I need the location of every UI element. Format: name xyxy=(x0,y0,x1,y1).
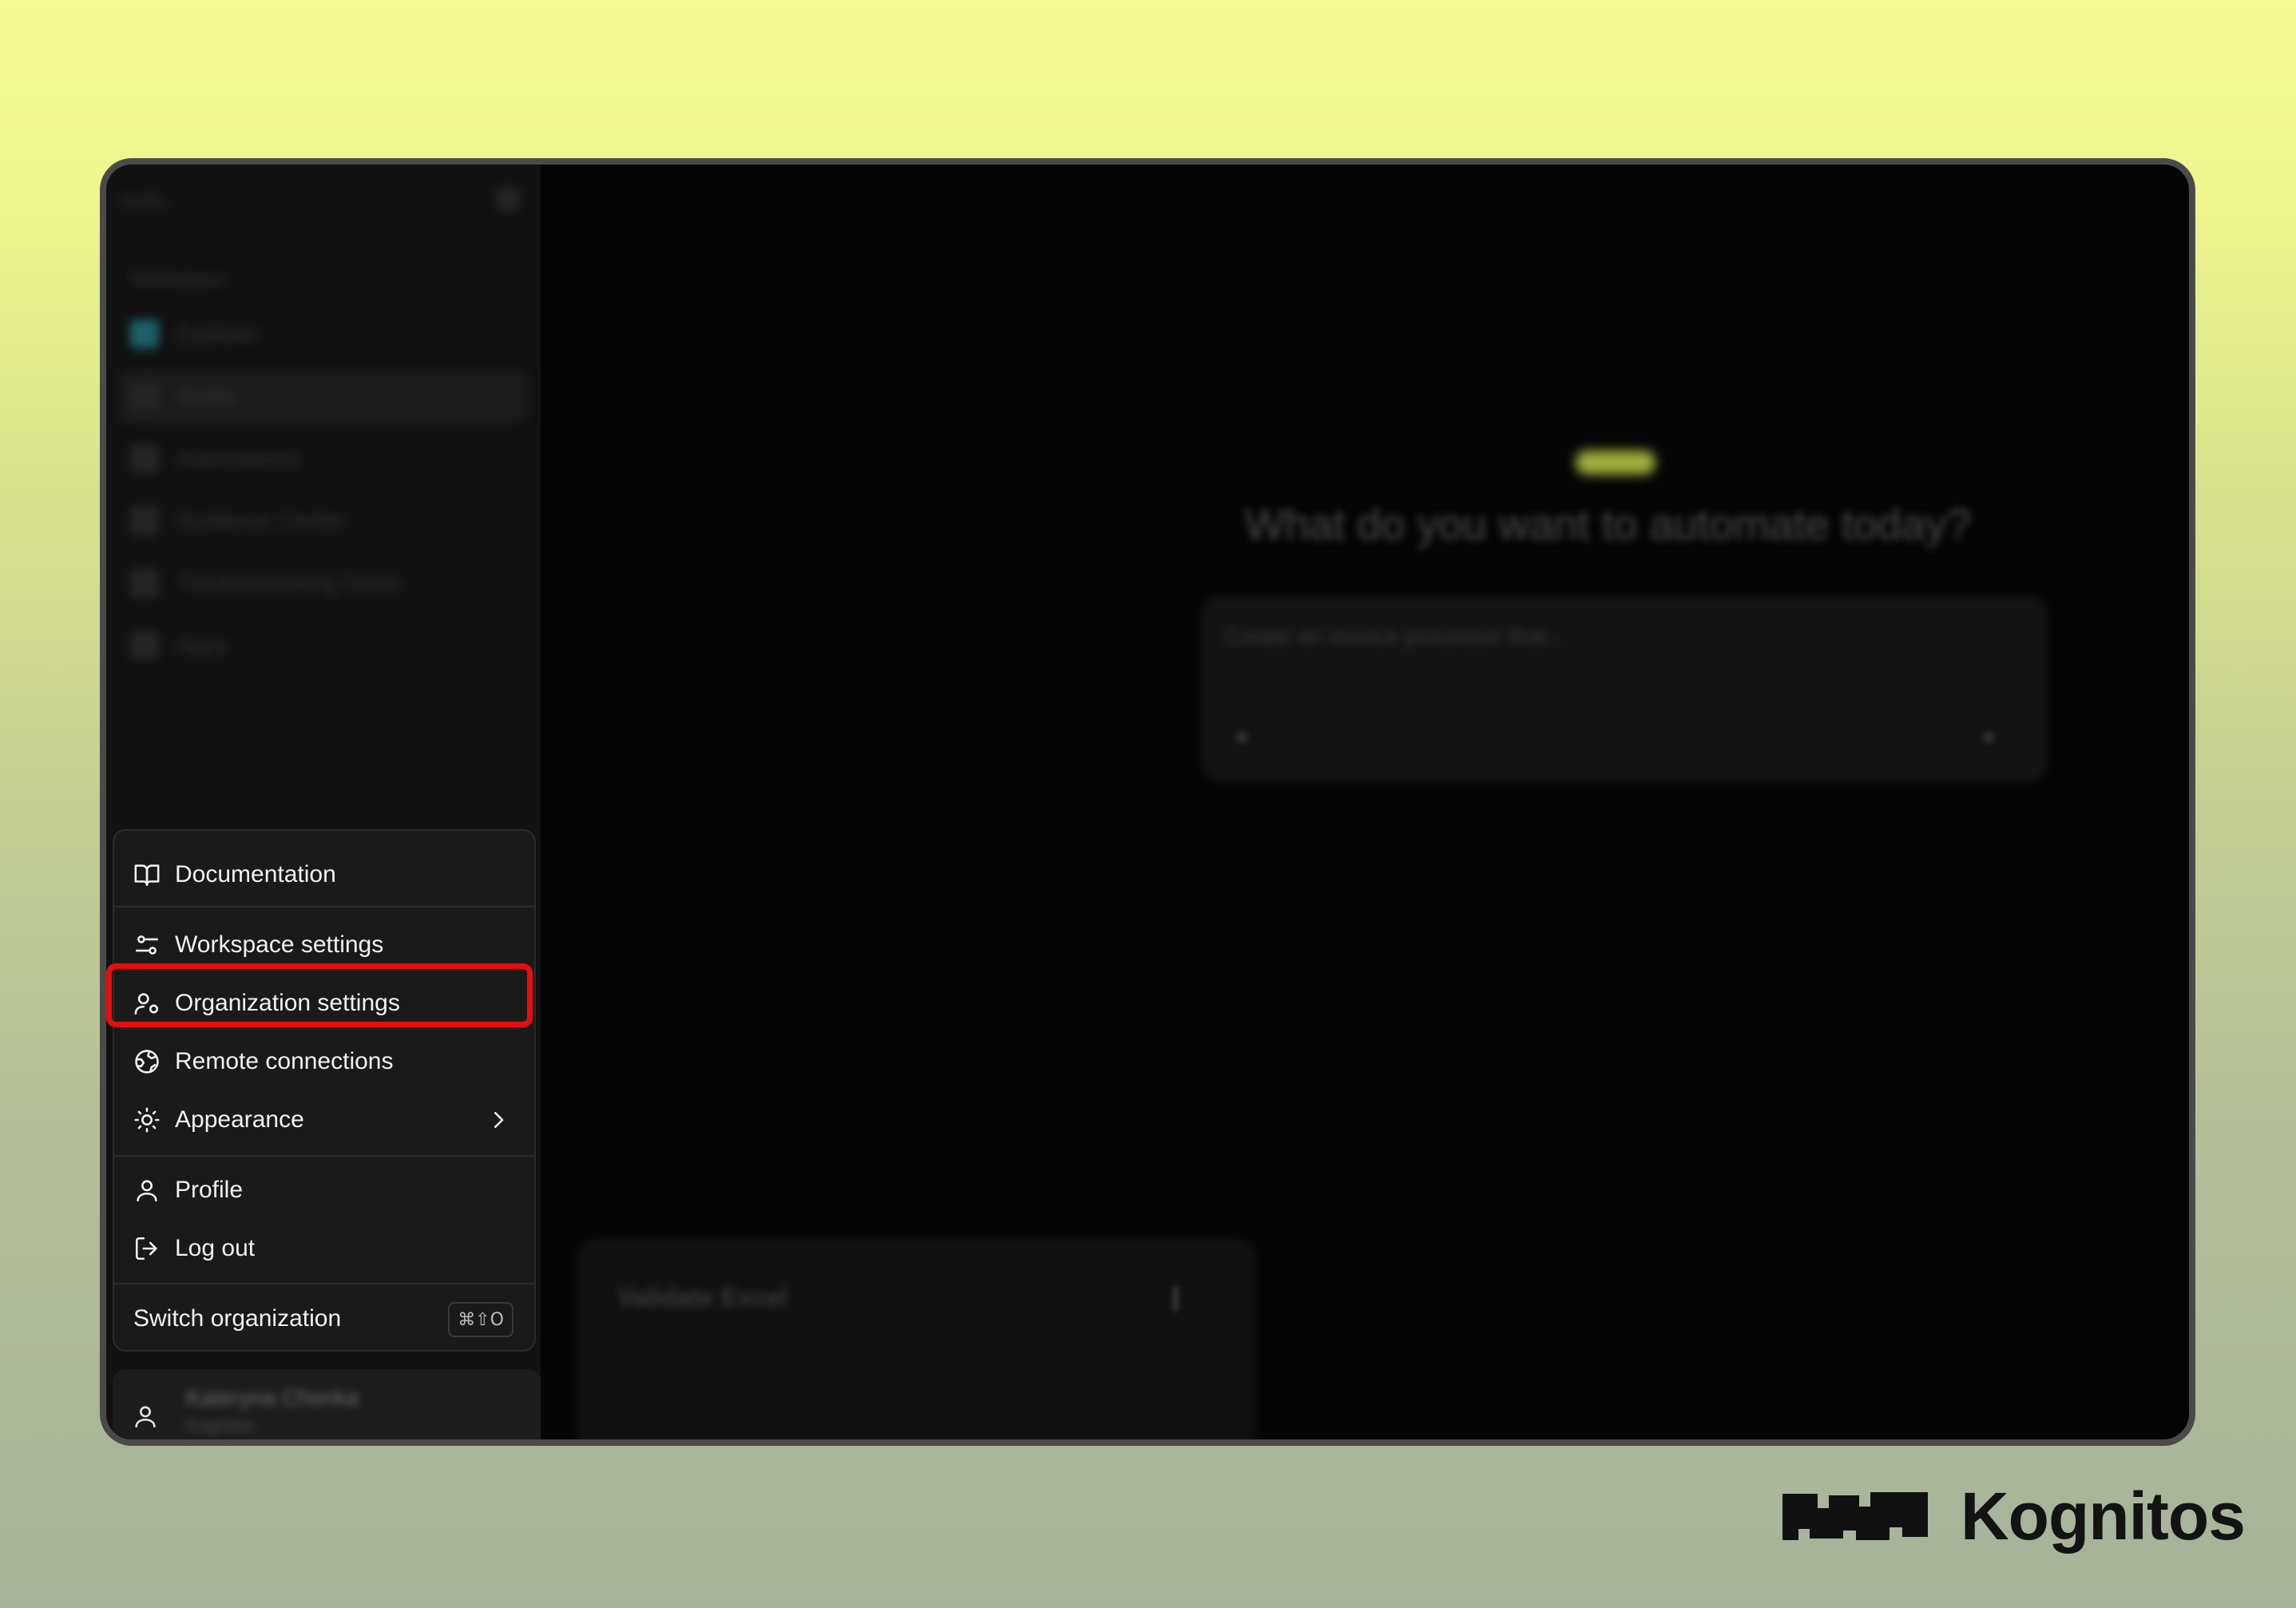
user-icon xyxy=(133,1177,161,1204)
log-out-icon xyxy=(133,1235,161,1262)
account-menu: Documentation Workspace settings Organiz… xyxy=(113,829,536,1352)
menu-item-label: Profile xyxy=(175,1177,244,1203)
menu-item-documentation[interactable]: Documentation xyxy=(114,847,534,903)
sidebar-toggle-icon[interactable] xyxy=(496,187,520,211)
menu-divider xyxy=(114,1283,534,1284)
sidebar-item-label: Troubleshooting Guide xyxy=(176,570,402,595)
highlight-annotation xyxy=(106,963,533,1027)
menu-item-switch-organization[interactable]: Switch organization ⌘⇧O xyxy=(114,1291,534,1347)
sidebar-item-label: Explorer xyxy=(176,321,260,346)
brand-logo-text: Kognitos xyxy=(1961,1479,2246,1554)
user-name: Kateryna Chonka xyxy=(186,1385,359,1410)
draft-card[interactable] xyxy=(577,1239,1256,1439)
explorer-icon xyxy=(130,320,159,348)
menu-item-remote-connections[interactable]: Remote connections xyxy=(114,1034,534,1090)
kognitos-logo-icon xyxy=(1782,1492,1928,1540)
menu-divider xyxy=(114,906,534,907)
menu-item-label: Log out xyxy=(175,1235,256,1261)
sidebar-brand[interactable]: Kello xyxy=(121,189,167,213)
guidance-icon xyxy=(130,506,159,535)
main-heading: What do you want to automate today? xyxy=(1244,501,1971,549)
attach-icon[interactable] xyxy=(1236,732,1247,743)
menu-item-label: Switch organization xyxy=(133,1305,342,1332)
user-icon xyxy=(132,1403,159,1430)
send-icon[interactable] xyxy=(1983,732,1994,743)
menu-item-profile[interactable]: Profile xyxy=(114,1162,534,1218)
menu-item-label: Appearance xyxy=(175,1106,304,1133)
user-org: Kognitos xyxy=(186,1415,255,1435)
apps-icon xyxy=(130,631,159,660)
sidebar-item-automations[interactable]: Automations xyxy=(119,433,528,484)
chevron-right-icon xyxy=(486,1108,510,1132)
kebab-icon[interactable] xyxy=(1172,1287,1179,1311)
app-window: Kello Workspace Explorer Drafts Automati… xyxy=(100,158,2195,1446)
sidebar-item-explorer[interactable]: Explorer xyxy=(119,308,528,359)
sidebar-item-guidance-center[interactable]: Guidance Center xyxy=(119,495,528,546)
book-open-icon xyxy=(133,861,161,888)
pencil-icon xyxy=(130,382,159,411)
sidebar-item-label: Guidance Center xyxy=(176,508,346,533)
menu-item-appearance[interactable]: Appearance xyxy=(114,1092,534,1148)
sidebar-item-troubleshooting[interactable]: Troubleshooting Guide xyxy=(119,558,528,609)
sun-icon xyxy=(133,1106,161,1134)
sidebar-item-label: Automations xyxy=(176,446,301,470)
draft-card-title: Validate Excel xyxy=(617,1283,788,1312)
keyboard-shortcut: ⌘⇧O xyxy=(448,1302,514,1337)
menu-item-label: Remote connections xyxy=(175,1048,394,1074)
sidebar-item-apps[interactable]: Apps xyxy=(119,620,528,671)
menu-divider xyxy=(114,1155,534,1157)
sidebar-item-label: Drafts xyxy=(176,383,236,408)
user-menu-trigger[interactable]: Kateryna Chonka Kognitos xyxy=(113,1369,541,1439)
sidebar-item-label: Apps xyxy=(176,633,228,657)
sidebar-item-drafts[interactable]: Drafts xyxy=(119,371,528,422)
automations-icon xyxy=(130,444,159,473)
sliders-icon xyxy=(133,931,161,959)
sidebar-section-label: Workspace xyxy=(130,268,226,290)
kognitos-mark-icon xyxy=(1576,451,1656,474)
wrench-icon xyxy=(130,569,159,598)
prompt-input-placeholder: Create an invoice processor that... xyxy=(1224,624,1565,649)
menu-item-label: Documentation xyxy=(175,861,336,887)
menu-item-log-out[interactable]: Log out xyxy=(114,1221,534,1276)
menu-item-label: Workspace settings xyxy=(175,931,384,958)
globe-icon xyxy=(133,1048,161,1075)
